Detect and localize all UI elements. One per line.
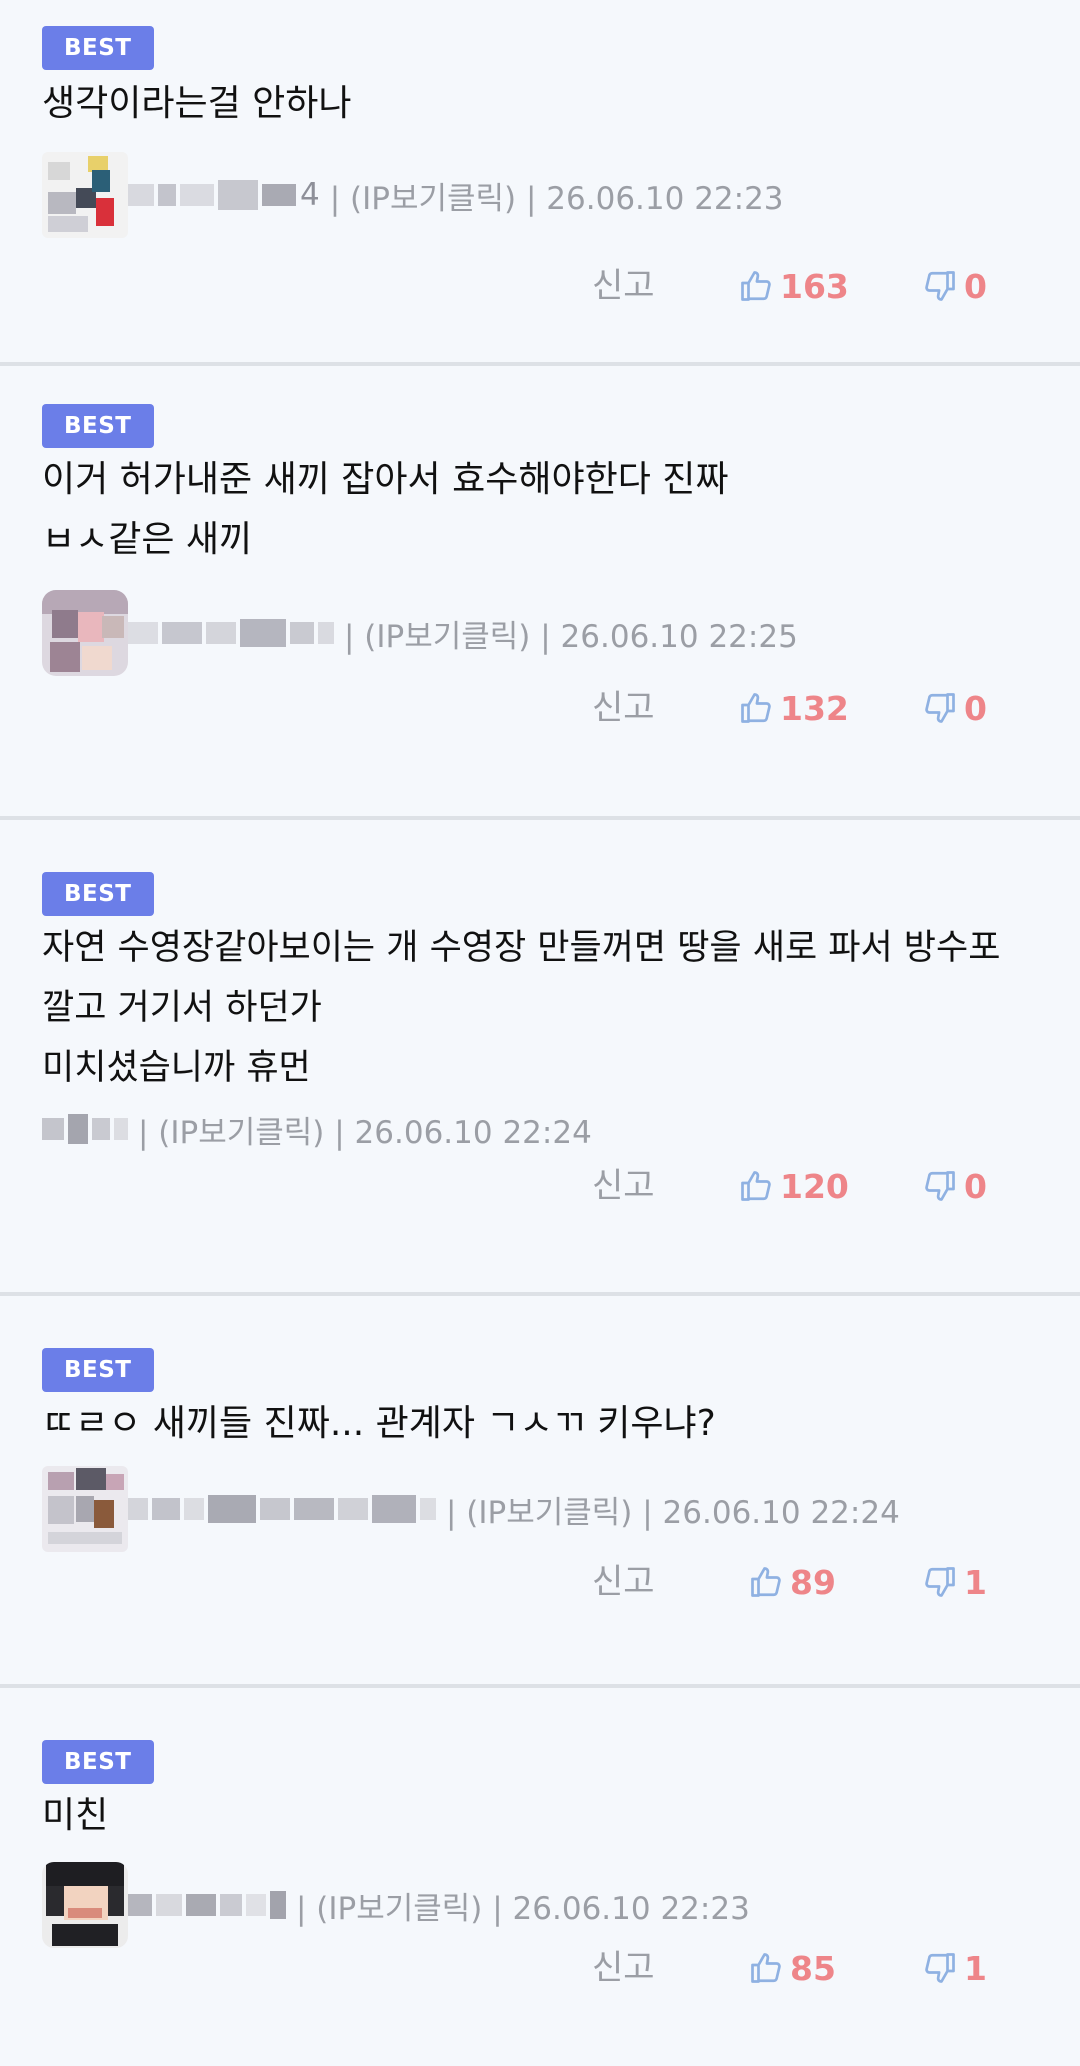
best-badge: BEST: [42, 1348, 154, 1392]
best-badge: BEST: [42, 404, 154, 448]
report-button[interactable]: 신고: [592, 678, 655, 738]
thumbs-down-icon: [925, 1953, 955, 1983]
like-count: 85: [790, 1948, 836, 1988]
like-count: 132: [780, 688, 849, 728]
report-button[interactable]: 신고: [592, 1552, 655, 1612]
comment-actions: 신고 120 0: [0, 1156, 1080, 1216]
dislike-button[interactable]: 0: [922, 678, 987, 738]
report-button[interactable]: 신고: [592, 256, 655, 316]
like-count: 120: [780, 1166, 849, 1206]
comment-meta: 4 | (IP보기클릭) | 26.06.10 22:23: [42, 152, 1040, 238]
comment-meta: | (IP보기클릭) | 26.06.10 22:24: [42, 1104, 1040, 1154]
thumbs-down-icon: [925, 1171, 955, 1201]
like-button[interactable]: 85: [748, 1938, 836, 1998]
thumbs-down-icon: [925, 271, 955, 301]
comment-content: 자연 수영장같아보이는 개 수영장 만들꺼면 땅을 새로 파서 방수포 깔고 거…: [42, 928, 1001, 1088]
thumbs-up-icon: [741, 1171, 771, 1201]
best-badge: BEST: [42, 1740, 154, 1784]
nickname-blurred[interactable]: 4: [128, 175, 324, 215]
dislike-count: 1: [964, 1562, 987, 1602]
comment-item: BEST 이거 허가내준 새끼 잡아서 효수해야한다 진짜 ㅂㅅ같은 새끼 | …: [0, 366, 1080, 820]
comment-meta: | (IP보기클릭) | 26.06.10 22:24: [42, 1466, 1040, 1552]
comment-actions: 신고 85 1: [0, 1938, 1080, 1998]
comment-item: BEST 생각이라는걸 안하나 4 | (IP보기클릭) | 26.06.10 …: [0, 0, 1080, 366]
thumbs-up-icon: [751, 1953, 781, 1983]
comment-meta-text: | (IP보기클릭) | 26.06.10 22:24: [446, 1494, 900, 1531]
like-count: 89: [790, 1562, 836, 1602]
best-badge: BEST: [42, 872, 154, 916]
nickname-blurred[interactable]: [42, 1109, 132, 1149]
dislike-count: 1: [964, 1948, 987, 1988]
comment-meta-text: | (IP보기클릭) | 26.06.10 22:25: [344, 618, 798, 655]
like-button[interactable]: 132: [738, 678, 849, 738]
avatar[interactable]: [42, 1466, 128, 1552]
comment-meta: | (IP보기클릭) | 26.06.10 22:25: [42, 590, 1040, 676]
comment-item: BEST 자연 수영장같아보이는 개 수영장 만들꺼면 땅을 새로 파서 방수포…: [0, 820, 1080, 1296]
comment-content: ㄸㄹㅇ 새끼들 진짜... 관계자 ㄱㅅㄲ 키우냐?: [42, 1403, 716, 1444]
avatar[interactable]: [42, 152, 128, 238]
dislike-button[interactable]: 0: [922, 1156, 987, 1216]
comment-content: 이거 허가내준 새끼 잡아서 효수해야한다 진짜 ㅂㅅ같은 새끼: [42, 459, 729, 560]
comment-meta-text: | (IP보기클릭) | 26.06.10 22:23: [296, 1890, 750, 1927]
report-button[interactable]: 신고: [592, 1156, 655, 1216]
nickname-blurred[interactable]: [128, 613, 338, 653]
thumbs-down-icon: [925, 693, 955, 723]
dislike-count: 0: [964, 688, 987, 728]
comment-actions: 신고 132 0: [0, 678, 1080, 738]
dislike-button[interactable]: 1: [922, 1938, 987, 1998]
comment-content: 생각이라는걸 안하나: [42, 83, 352, 124]
comment-item: BEST ㄸㄹㅇ 새끼들 진짜... 관계자 ㄱㅅㄲ 키우냐? | (IP보기클…: [0, 1296, 1080, 1688]
nickname-blurred[interactable]: [128, 1885, 290, 1925]
thumbs-up-icon: [741, 271, 771, 301]
comment-meta-text: | (IP보기클릭) | 26.06.10 22:24: [138, 1114, 592, 1151]
report-button[interactable]: 신고: [592, 1938, 655, 1998]
dislike-button[interactable]: 0: [922, 256, 987, 316]
nickname-blurred[interactable]: [128, 1489, 440, 1529]
comment-meta: | (IP보기클릭) | 26.06.10 22:23: [42, 1862, 1040, 1948]
like-button[interactable]: 163: [738, 256, 849, 316]
comment-actions: 신고 89 1: [0, 1552, 1080, 1612]
comment-meta-text: | (IP보기클릭) | 26.06.10 22:23: [329, 180, 784, 217]
thumbs-up-icon: [741, 693, 771, 723]
dislike-count: 0: [964, 1166, 987, 1206]
comment-item: BEST 미친 | (IP보기클릭) | 26.06.10 22:23 신고 8…: [0, 1688, 1080, 2062]
thumbs-up-icon: [751, 1567, 781, 1597]
best-badge: BEST: [42, 26, 154, 70]
comment-actions: 신고 163 0: [0, 256, 1080, 316]
dislike-count: 0: [964, 266, 987, 306]
dislike-button[interactable]: 1: [922, 1552, 987, 1612]
like-count: 163: [780, 266, 849, 306]
thumbs-down-icon: [925, 1567, 955, 1597]
avatar[interactable]: [42, 1862, 128, 1948]
like-button[interactable]: 120: [738, 1156, 849, 1216]
comment-content: 미친: [42, 1795, 109, 1836]
avatar[interactable]: [42, 590, 128, 676]
nickname-tail: 4: [300, 177, 320, 213]
like-button[interactable]: 89: [748, 1552, 836, 1612]
